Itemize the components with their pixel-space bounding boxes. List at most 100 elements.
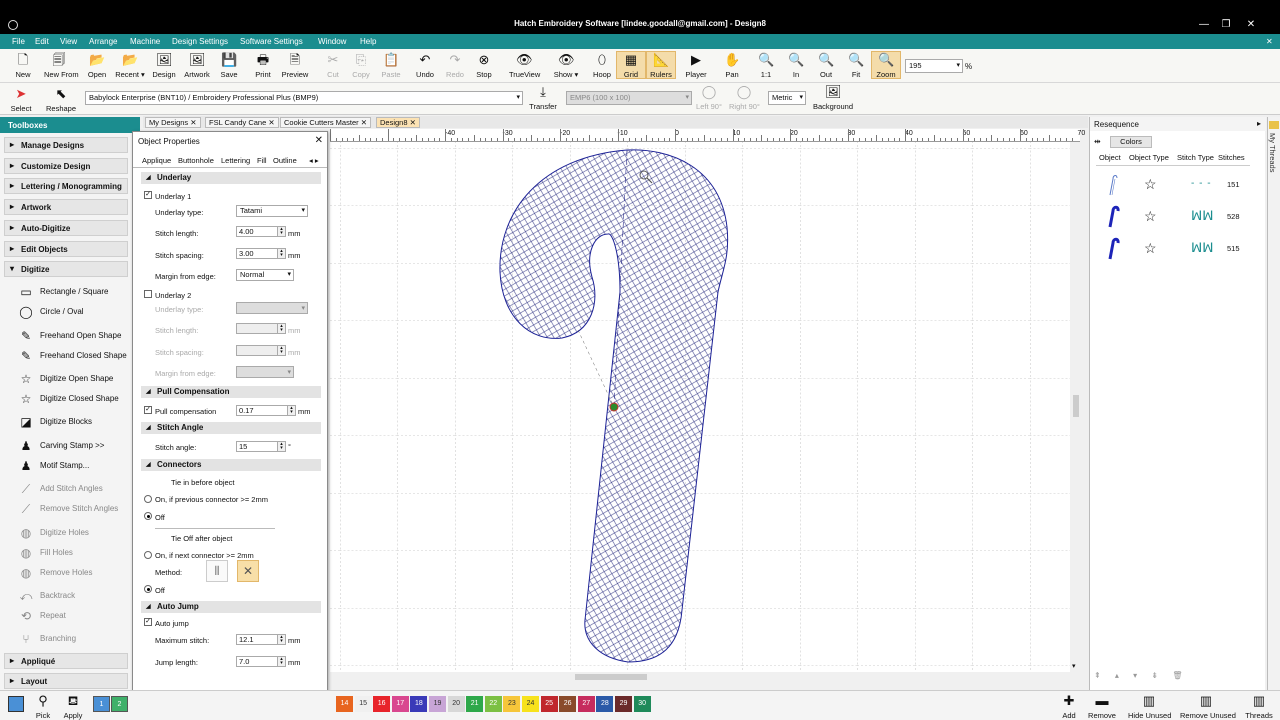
menu-edit[interactable]: Edit — [35, 37, 49, 46]
tie-in-off-radio[interactable] — [144, 512, 152, 520]
tab-fsl-candy-cane[interactable]: FSL Candy Cane ✕ — [205, 117, 279, 128]
color-swatch[interactable]: 1 — [93, 696, 110, 712]
toolbox-section-manage-designs[interactable]: Manage Designs — [4, 137, 128, 153]
underlay2-checkbox[interactable] — [144, 290, 152, 298]
resequence-row[interactable]: ☆ ꟽꟽ 528 — [1096, 202, 1250, 232]
stop-button[interactable]: ⊗ Stop — [469, 52, 499, 79]
tool-repeat[interactable]: ⟲ Repeat — [18, 607, 130, 625]
hide-unused-button[interactable]: ▥ Hide Unused — [1128, 693, 1171, 720]
background-button[interactable]: 🖼 Background — [812, 84, 854, 111]
menu-view[interactable]: View — [60, 37, 77, 46]
maximum-stitch-input[interactable]: 12.1 ▴ ▾ — [236, 634, 286, 645]
rulers-button[interactable]: 📐 Rulers — [646, 51, 676, 79]
stitch-length-input[interactable]: 4.00 ▴ ▾ — [236, 226, 286, 237]
color-swatch[interactable]: 30 — [633, 696, 651, 712]
underlay2-stitch-spacing-input[interactable]: ▴ ▾ — [236, 345, 286, 356]
maximize-icon[interactable]: ❐ — [1219, 19, 1233, 30]
menu-help[interactable]: Help — [360, 37, 376, 46]
player-button[interactable]: ▶ Player — [681, 52, 711, 79]
tab-fill[interactable]: Fill — [257, 156, 267, 165]
tool-branching[interactable]: ⑂ Branching — [18, 630, 130, 648]
zoom-1-1-button[interactable]: 🔍 1:1 — [751, 52, 781, 79]
pan-hand-button[interactable]: ✋ Pan — [717, 52, 747, 79]
tab-buttonhole[interactable]: Buttonhole — [178, 156, 214, 165]
vertical-scrollbar[interactable]: ▾ — [1070, 142, 1082, 672]
tool-digitize-holes[interactable]: ◍ Digitize Holes — [18, 524, 130, 542]
color-swatch[interactable]: 27 — [577, 696, 595, 712]
underlay2-type-select[interactable]: ▾ — [236, 302, 308, 314]
menu-software-settings[interactable]: Software Settings — [240, 37, 303, 46]
color-swatch[interactable]: 14 — [336, 696, 353, 712]
stitch-angle-input[interactable]: 15 ▴ ▾ — [236, 441, 286, 452]
color-swatch[interactable]: 22 — [484, 696, 502, 712]
menu-design-settings[interactable]: Design Settings — [172, 37, 228, 46]
toolbox-section-auto-digitize[interactable]: Auto-Digitize — [4, 219, 128, 236]
pick-button[interactable]: ⚲ Pick — [28, 693, 58, 720]
tool-digitize-blocks[interactable]: ◪ Digitize Blocks — [18, 413, 130, 431]
underlay1-checkbox[interactable]: ✓ — [144, 191, 152, 199]
underlay-type-select[interactable]: Tatami ▾ — [236, 205, 308, 217]
menu-close-icon[interactable]: ✕ — [1266, 37, 1273, 46]
design-button[interactable]: 🖼 Design — [149, 52, 179, 79]
tab-cookie-cutters-master[interactable]: Cookie Cutters Master ✕ — [280, 117, 371, 128]
close-icon[interactable]: ✕ — [1244, 19, 1258, 30]
underlay2-margin-select[interactable]: ▾ — [236, 366, 294, 378]
zoom-in-button[interactable]: 🔍 In — [781, 52, 811, 79]
tool-rectangle[interactable]: ▭ Rectangle / Square — [18, 283, 130, 301]
tool-digitize-closed[interactable]: ☆ Digitize Closed Shape — [18, 390, 130, 408]
resequence-expand-icon[interactable]: ⇹ — [1094, 137, 1101, 146]
resequence-row[interactable]: ☆ ꟽꟽ 515 — [1096, 234, 1250, 264]
auto-jump-header[interactable]: Auto Jump — [141, 601, 321, 613]
resequence-move-icons[interactable]: ⇞ ▴ ▾ ⇟ 🗑 — [1094, 671, 1188, 680]
reshape-tool[interactable]: ⬉ Reshape — [46, 86, 76, 113]
undo-button[interactable]: ↶ Undo — [410, 52, 440, 79]
resequence-row[interactable]: ☆ - - - 151 — [1096, 170, 1250, 200]
color-swatch[interactable]: 21 — [466, 696, 484, 712]
tie-in-on-radio[interactable] — [144, 495, 152, 503]
color-swatch[interactable]: 25 — [540, 696, 558, 712]
tool-remove-stitch-angles[interactable]: ⟋ Remove Stitch Angles — [18, 500, 130, 518]
tie-method-2-icon[interactable]: ✕ — [237, 560, 259, 582]
color-swatch[interactable]: 23 — [503, 696, 521, 712]
toolbox-section-lettering-monogramming[interactable]: Lettering / Monogramming — [4, 178, 128, 195]
tool-digitize-open[interactable]: ☆ Digitize Open Shape — [18, 370, 130, 388]
tool-backtrack[interactable]: ⤺ Backtrack — [18, 587, 130, 605]
horizontal-scrollbar[interactable] — [330, 672, 1070, 682]
color-swatch[interactable]: 19 — [429, 696, 446, 712]
color-swatch[interactable]: 24 — [522, 696, 539, 712]
color-swatch[interactable]: 20 — [447, 696, 465, 712]
tool-fill-holes[interactable]: ◍ Fill Holes — [18, 544, 130, 562]
tie-off-off-radio[interactable] — [144, 585, 152, 593]
start-point-marker[interactable] — [609, 402, 619, 412]
transfer-button[interactable]: ⤓ Transfer — [528, 84, 558, 111]
object-properties-close-icon[interactable]: ✕ — [315, 135, 323, 146]
color-swatch[interactable]: 29 — [615, 696, 632, 712]
color-swatch[interactable]: 28 — [596, 696, 614, 712]
tool-add-stitch-angles[interactable]: ⟋ Add Stitch Angles — [18, 480, 130, 498]
hoop-combo[interactable]: EMP6 (100 x 100) ▾ — [566, 91, 692, 105]
rotate-left-button[interactable]: ◯ Left 90° — [694, 84, 724, 111]
vertical-scroll-thumb[interactable] — [1073, 395, 1079, 417]
horizontal-scroll-thumb[interactable] — [575, 674, 647, 680]
tab-applique[interactable]: Applique — [142, 156, 171, 165]
zoom-button[interactable]: 🔍 Zoom — [871, 51, 901, 79]
scroll-down-icon[interactable]: ▾ — [1072, 662, 1076, 670]
remove-thread-button[interactable]: ▬ Remove — [1087, 693, 1117, 720]
color-swatch[interactable]: 15 — [354, 696, 372, 712]
tab-outline[interactable]: Outline — [273, 156, 297, 165]
tie-method-1-icon[interactable]: ⫴ — [206, 560, 228, 582]
menu-arrange[interactable]: Arrange — [89, 37, 117, 46]
tab-my-designs[interactable]: My Designs ✕ — [145, 117, 201, 128]
design-canvas[interactable] — [330, 142, 1070, 672]
toolbox-section-edit-objects[interactable]: Edit Objects — [4, 240, 128, 257]
color-swatch[interactable]: 2 — [111, 696, 128, 712]
tool-motif-stamp[interactable]: ♟ Motif Stamp... — [18, 457, 130, 475]
new-button[interactable]: 🗋 New — [8, 52, 38, 79]
current-color-icon[interactable] — [8, 696, 24, 712]
select-tool[interactable]: ➤ Select — [6, 86, 36, 113]
cut-button[interactable]: ✂ Cut — [318, 52, 348, 79]
toolbox-section-customize-design[interactable]: Customize Design — [4, 157, 128, 174]
underlay2-stitch-length-input[interactable]: ▴ ▾ — [236, 323, 286, 334]
toolbox-section-artwork[interactable]: Artwork — [4, 199, 128, 216]
menu-window[interactable]: Window — [318, 37, 346, 46]
